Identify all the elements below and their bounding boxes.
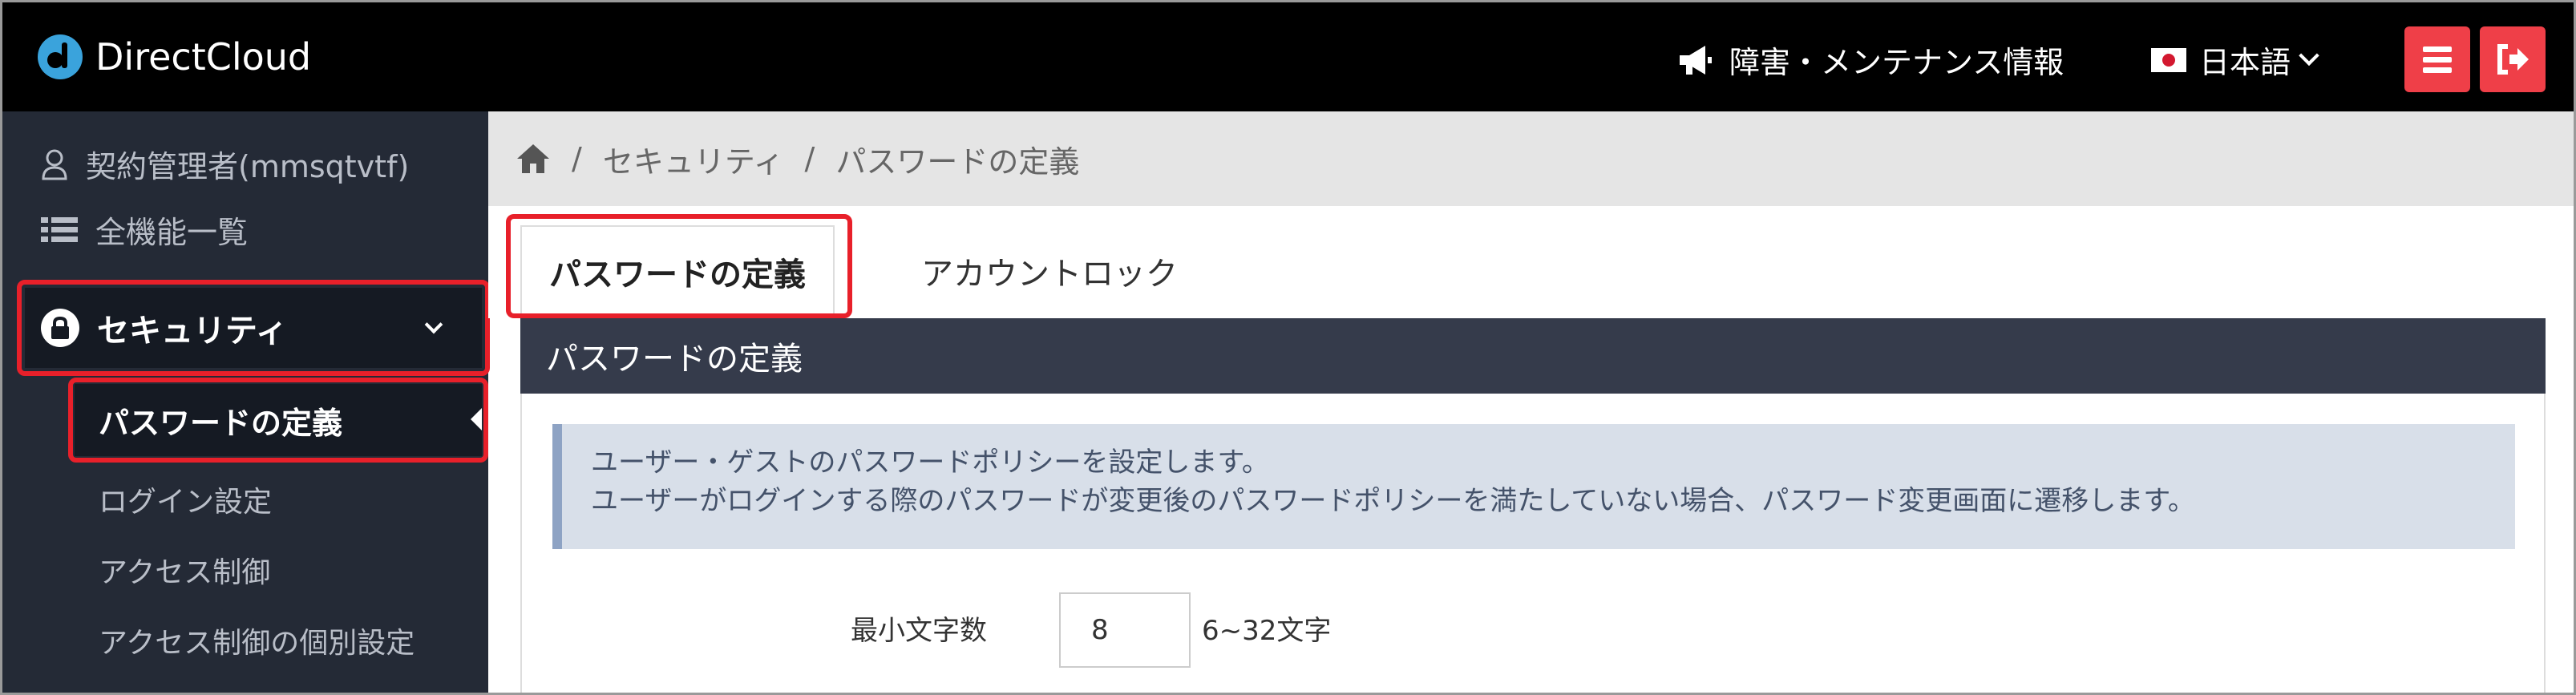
directcloud-logo-icon (38, 34, 83, 79)
breadcrumb-item-security[interactable]: セキュリティ (603, 137, 784, 181)
panel-title: パスワードの定義 (520, 318, 2546, 394)
min-length-label: 最小文字数 (851, 615, 987, 647)
maintenance-info-link[interactable]: 障害・メンテナンス情報 (1678, 38, 2064, 82)
chevron-down-icon (2299, 45, 2319, 66)
home-icon[interactable] (516, 143, 551, 175)
list-icon (41, 216, 78, 242)
info-line: ユーザーがログインする際のパスワードが変更後のパスワードポリシーを満たしていない… (591, 485, 2195, 517)
highlight-box-password-definition (68, 378, 488, 463)
menu-button[interactable] (2404, 26, 2470, 92)
logo-text: DirectCloud (95, 35, 312, 79)
user-icon (42, 149, 67, 180)
info-line: ユーザー・ゲストのパスワードポリシーを設定します。 (591, 446, 1269, 479)
sidebar-subitem-access-control-individual[interactable]: アクセス制御の個別設定 (99, 620, 415, 661)
sidebar-item-all-functions[interactable]: 全機能一覧 (41, 208, 248, 252)
top-bar: DirectCloud 障害・メンテナンス情報 日本語 (2, 2, 2574, 111)
sidebar-subitem-login-settings[interactable]: ログイン設定 (99, 479, 272, 520)
min-length-input[interactable] (1059, 592, 1191, 668)
hamburger-icon (2423, 46, 2452, 73)
breadcrumb-item-password-definition: パスワードの定義 (835, 143, 1080, 180)
sidebar-user-label: 契約管理者(mmsqtvtf) (86, 149, 410, 184)
tab-account-lock[interactable]: アカウントロック (865, 225, 1234, 317)
language-label: 日本語 (2199, 45, 2291, 80)
japan-flag-icon (2151, 47, 2186, 72)
breadcrumb: / セキュリティ / パスワードの定義 (488, 111, 2574, 206)
language-selector[interactable]: 日本語 (2151, 38, 2319, 82)
info-box: ユーザー・ゲストのパスワードポリシーを設定します。 ユーザーがログインする際のパ… (552, 424, 2515, 549)
megaphone-icon (1680, 45, 1712, 75)
sidebar-all-functions-label: 全機能一覧 (95, 215, 249, 250)
sidebar: 契約管理者(mmsqtvtf) 全機能一覧 セキュリティ パスワードの定義 ログ… (2, 111, 490, 693)
logo[interactable]: DirectCloud (36, 33, 311, 81)
highlight-box-security (17, 280, 490, 376)
sidebar-subitem-access-control[interactable]: アクセス制御 (99, 549, 270, 591)
maintenance-info-label: 障害・メンテナンス情報 (1729, 45, 2064, 80)
app-window: DirectCloud 障害・メンテナンス情報 日本語 契約管理者(mmsqtv… (0, 0, 2576, 695)
breadcrumb-separator: / (572, 141, 582, 176)
highlight-box-tab (506, 214, 852, 318)
logout-icon (2497, 44, 2529, 75)
panel-body: ユーザー・ゲストのパスワードポリシーを設定します。 ユーザーがログインする際のパ… (520, 394, 2546, 693)
logout-button[interactable] (2480, 26, 2546, 92)
min-length-hint: 6~32文字 (1202, 615, 1332, 647)
sidebar-user[interactable]: 契約管理者(mmsqtvtf) (41, 142, 409, 186)
breadcrumb-separator: / (804, 141, 815, 176)
